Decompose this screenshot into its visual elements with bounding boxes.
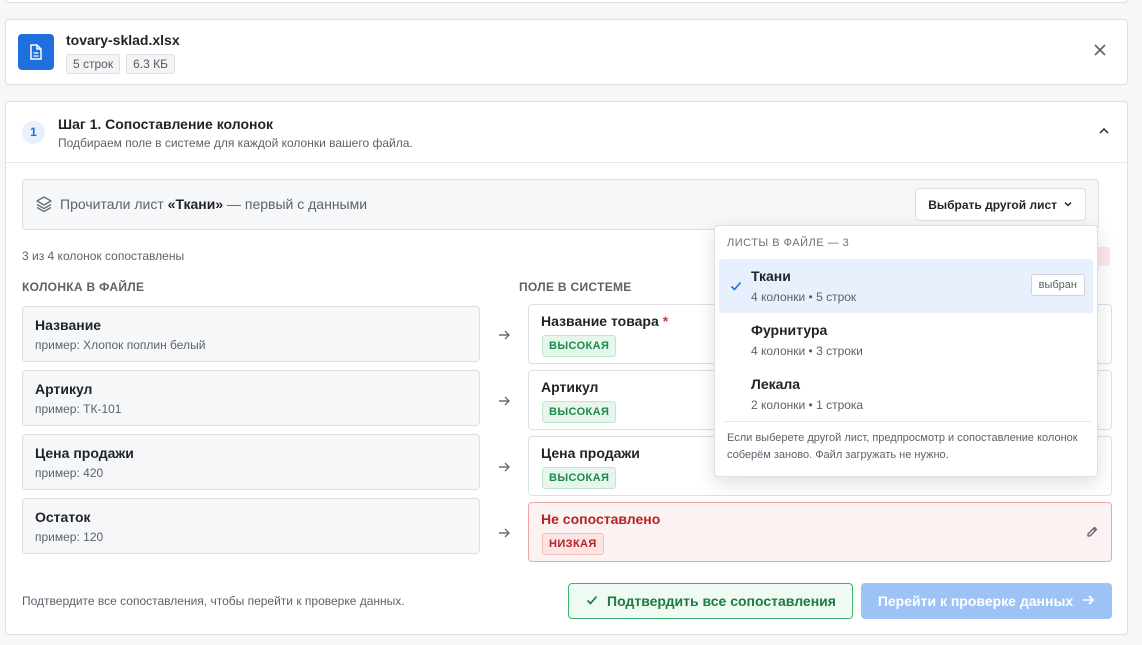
go-to-review-label: Перейти к проверке данных xyxy=(877,593,1074,609)
sheet-option-meta: 4 колонки • 3 строки xyxy=(751,344,863,358)
selected-tag: выбран xyxy=(1030,274,1085,296)
sheet-option-lekala[interactable]: Лекала 2 колонки • 1 строка xyxy=(719,367,1093,421)
target-column-header: ПОЛЕ В СИСТЕМЕ xyxy=(519,280,632,294)
sheet-option-meta: 4 колонки • 5 строк xyxy=(751,290,857,304)
target-field-name: Название товара * xyxy=(541,313,668,329)
arrow-right-icon xyxy=(497,526,511,540)
dropdown-divider xyxy=(723,421,1091,422)
previous-card-edge xyxy=(5,0,1128,3)
arrow-right-icon xyxy=(497,460,511,474)
confirm-all-label: Подтвердить все сопоставления xyxy=(607,593,836,609)
source-column-cell: Остаток пример: 120 xyxy=(22,498,480,554)
layers-icon xyxy=(35,195,53,213)
check-icon xyxy=(585,593,599,610)
sheet-option-name: Лекала xyxy=(751,376,801,392)
pencil-icon[interactable] xyxy=(1085,525,1099,539)
step-header[interactable]: 1 Шаг 1. Сопоставление колонок Подбираем… xyxy=(6,102,1127,163)
go-to-review-button[interactable]: Перейти к проверке данных xyxy=(861,583,1112,619)
unmapped-field-cell[interactable]: Не сопоставлено НИЗКАЯ xyxy=(528,502,1112,562)
mapping-count: 3 из 4 колонок сопоставлены xyxy=(22,249,185,263)
source-column-example: пример: 420 xyxy=(35,466,104,480)
sheet-option-name: Фурнитура xyxy=(751,322,828,338)
dropdown-note: Если выберете другой лист, предпросмотр … xyxy=(727,432,1078,461)
target-field-label: Название товара xyxy=(541,313,659,329)
source-column-example: пример: 120 xyxy=(35,530,104,544)
file-card: tovary-sklad.xlsx 5 строк 6.3 КБ xyxy=(5,19,1128,85)
source-column-cell: Артикул пример: ТК-101 xyxy=(22,370,480,426)
sheet-option-name: Ткани xyxy=(751,268,791,284)
confirm-all-button[interactable]: Подтвердить все сопоставления xyxy=(568,583,853,619)
arrow-right-icon xyxy=(1081,593,1095,610)
sheet-option-tkani[interactable]: Ткани 4 колонки • 5 строк выбран xyxy=(719,259,1093,313)
sheet-info-suffix: — первый с данными xyxy=(223,196,368,212)
source-column-header: КОЛОНКА В ФАЙЛЕ xyxy=(22,280,145,294)
dropdown-header: ЛИСТЫ В ФАЙЛЕ — 3 xyxy=(727,237,850,249)
hidden-status-badge xyxy=(1096,247,1110,266)
sheet-option-furnitura[interactable]: Фурнитура 4 колонки • 3 строки xyxy=(719,313,1093,367)
target-field-name: Артикул xyxy=(541,379,599,395)
chevron-down-icon xyxy=(1063,198,1073,212)
required-marker: * xyxy=(662,313,669,329)
close-icon[interactable] xyxy=(1091,42,1109,60)
chevron-up-icon[interactable] xyxy=(1097,124,1111,138)
choose-sheet-label: Выбрать другой лист xyxy=(928,197,1057,212)
check-icon xyxy=(729,279,743,293)
step-number: 1 xyxy=(22,121,45,144)
sheet-info-text: Прочитали лист «Ткани» — первый с данным… xyxy=(60,196,367,212)
step-title: Шаг 1. Сопоставление колонок xyxy=(58,116,274,132)
source-column-cell: Цена продажи пример: 420 xyxy=(22,434,480,490)
document-icon xyxy=(18,34,54,70)
source-column-name: Цена продажи xyxy=(35,445,134,461)
arrow-right-icon xyxy=(497,328,511,342)
confidence-badge: НИЗКАЯ xyxy=(542,533,604,555)
sheet-dropdown: ЛИСТЫ В ФАЙЛЕ — 3 Ткани 4 колонки • 5 ст… xyxy=(714,225,1098,477)
target-field-name: Не сопоставлено xyxy=(541,511,661,527)
step-subtitle: Подбираем поле в системе для каждой коло… xyxy=(58,136,413,150)
sheet-name: «Ткани» xyxy=(167,196,224,212)
target-field-name: Цена продажи xyxy=(541,445,640,461)
confidence-badge: ВЫСОКАЯ xyxy=(542,467,617,489)
footer-note: Подтвердите все сопоставления, чтобы пер… xyxy=(22,594,405,608)
sheet-info-bar: Прочитали лист «Ткани» — первый с данным… xyxy=(22,179,1099,230)
file-size-chip: 6.3 КБ xyxy=(126,54,175,74)
confidence-badge: ВЫСОКАЯ xyxy=(542,401,617,423)
sheet-info-prefix: Прочитали лист xyxy=(60,196,168,212)
source-column-name: Название xyxy=(35,317,102,333)
sheet-option-meta: 2 колонки • 1 строка xyxy=(751,398,864,412)
confidence-badge: ВЫСОКАЯ xyxy=(542,335,617,357)
choose-sheet-button[interactable]: Выбрать другой лист xyxy=(915,188,1086,221)
source-column-example: пример: Хлопок поплин белый xyxy=(35,338,206,352)
file-name: tovary-sklad.xlsx xyxy=(66,32,180,48)
source-column-example: пример: ТК-101 xyxy=(35,402,122,416)
file-rows-chip: 5 строк xyxy=(66,54,121,74)
source-column-name: Артикул xyxy=(35,381,93,397)
source-column-cell: Название пример: Хлопок поплин белый xyxy=(22,306,480,362)
source-column-name: Остаток xyxy=(35,509,91,525)
arrow-right-icon xyxy=(497,394,511,408)
file-meta: 5 строк 6.3 КБ xyxy=(66,54,175,74)
